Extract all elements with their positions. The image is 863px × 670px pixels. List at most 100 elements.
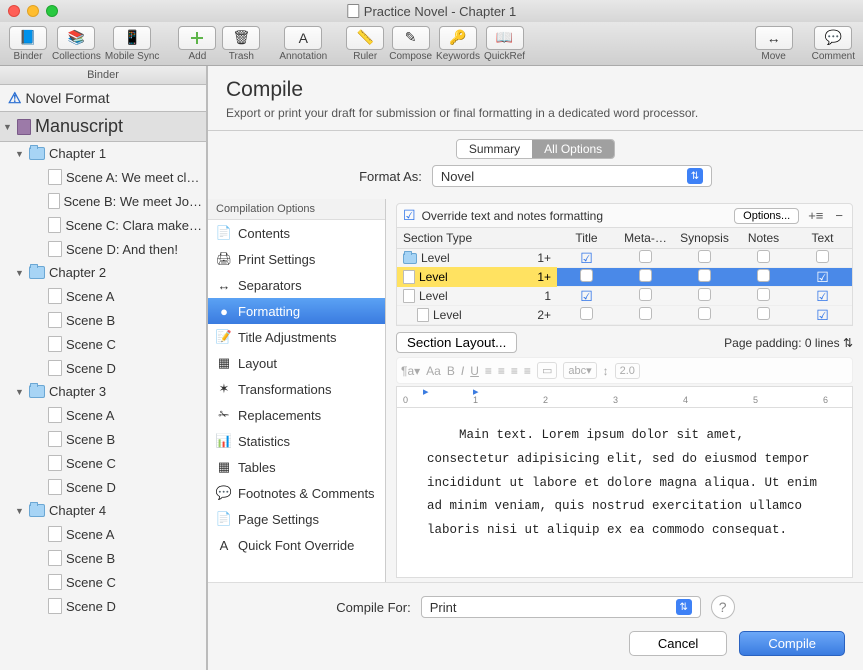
binder-scene[interactable]: Scene D: And then!: [0, 237, 206, 261]
compilation-option-transformations[interactable]: ✶Transformations: [208, 376, 385, 402]
col-synopsis[interactable]: Synopsis: [675, 228, 734, 248]
compilation-option-page-settings[interactable]: 📄Page Settings: [208, 506, 385, 532]
italic-button[interactable]: I: [461, 364, 464, 378]
comment-button[interactable]: 💬Comment: [812, 26, 855, 62]
compile-button[interactable]: Compile: [739, 631, 845, 656]
binder-scene[interactable]: Scene D: [0, 475, 206, 499]
align-center-button[interactable]: ≡: [498, 364, 505, 378]
checkbox-on[interactable]: ☑: [580, 250, 593, 266]
section-layout-button[interactable]: Section Layout...: [396, 332, 517, 353]
disclosure-triangle[interactable]: ▼: [14, 148, 25, 159]
align-left-button[interactable]: ≡: [485, 364, 492, 378]
checkbox-off[interactable]: [757, 250, 770, 263]
compilation-option-quick-font-override[interactable]: AQuick Font Override: [208, 532, 385, 558]
minimize-window-button[interactable]: [27, 5, 39, 17]
checkbox-off[interactable]: [698, 307, 711, 320]
color-well[interactable]: ▭: [537, 362, 557, 379]
disclosure-triangle[interactable]: ▼: [14, 386, 25, 397]
align-right-button[interactable]: ≡: [511, 364, 518, 378]
checkbox-off[interactable]: [580, 269, 593, 282]
checkbox-on[interactable]: ☑: [580, 288, 593, 304]
col-section-type[interactable]: Section Type: [397, 228, 557, 248]
checkbox-on[interactable]: ☑: [816, 288, 829, 304]
binder-scene[interactable]: Scene A: We meet cl…: [0, 165, 206, 189]
compilation-option-replacements[interactable]: ✁Replacements: [208, 402, 385, 428]
checkbox-off[interactable]: [639, 269, 652, 282]
quickref-button[interactable]: 📖QuickRef: [484, 26, 525, 62]
add-button[interactable]: Add: [177, 26, 217, 62]
checkbox-off[interactable]: [639, 307, 652, 320]
bold-button[interactable]: B: [447, 364, 455, 378]
checkbox-off[interactable]: [757, 307, 770, 320]
override-checkbox[interactable]: ☑: [403, 207, 416, 224]
align-justify-button[interactable]: ≡: [524, 364, 531, 378]
checkbox-off[interactable]: [639, 288, 652, 301]
binder-chapter[interactable]: ▼Chapter 2: [0, 261, 206, 284]
col-title[interactable]: Title: [557, 228, 616, 248]
binder-scene[interactable]: Scene C: [0, 570, 206, 594]
checkbox-off[interactable]: [757, 288, 770, 301]
binder-scene[interactable]: Scene A: [0, 284, 206, 308]
font-button[interactable]: Aa: [426, 364, 441, 378]
compilation-option-layout[interactable]: ▦Layout: [208, 350, 385, 376]
cancel-button[interactable]: Cancel: [629, 631, 727, 656]
binder-scene[interactable]: Scene C: [0, 451, 206, 475]
close-window-button[interactable]: [8, 5, 20, 17]
annotation-button[interactable]: AAnnotation: [279, 26, 327, 62]
binder-scene[interactable]: Scene D: [0, 594, 206, 618]
tab-summary[interactable]: Summary: [457, 140, 532, 158]
paragraph-style-icon[interactable]: ¶a▾: [401, 364, 420, 378]
checkbox-off[interactable]: [816, 250, 829, 263]
binder-chapter[interactable]: ▼Chapter 4: [0, 499, 206, 522]
add-row-button[interactable]: +≡: [805, 208, 826, 223]
binder-root[interactable]: ⚠ Novel Format: [0, 85, 206, 111]
underline-button[interactable]: U: [470, 364, 479, 378]
binder-scene[interactable]: Scene B: [0, 308, 206, 332]
collections-button[interactable]: 📚Collections: [52, 26, 101, 62]
keywords-button[interactable]: 🔑Keywords: [436, 26, 480, 62]
zoom-window-button[interactable]: [46, 5, 58, 17]
compile-for-select[interactable]: Print ⇅: [421, 596, 701, 618]
disclosure-triangle[interactable]: ▼: [14, 505, 25, 516]
list-style-select[interactable]: abc▾: [563, 362, 596, 379]
checkbox-off[interactable]: [639, 250, 652, 263]
options-button[interactable]: Options...: [734, 208, 799, 224]
checkbox-off[interactable]: [580, 307, 593, 320]
col-meta[interactable]: Meta-…: [616, 228, 675, 248]
compilation-option-footnotes-comments[interactable]: 💬Footnotes & Comments: [208, 480, 385, 506]
binder-scene[interactable]: Scene B: [0, 546, 206, 570]
binder-scene[interactable]: Scene C: Clara make…: [0, 213, 206, 237]
checkbox-off[interactable]: [698, 269, 711, 282]
remove-row-button[interactable]: −: [832, 208, 846, 223]
move-button[interactable]: ↔Move: [754, 26, 794, 62]
tab-all-options[interactable]: All Options: [532, 140, 614, 158]
disclosure-triangle[interactable]: ▼: [2, 121, 13, 132]
checkbox-on[interactable]: ☑: [816, 307, 829, 323]
compose-button[interactable]: ✎Compose: [389, 26, 432, 62]
binder-scene[interactable]: Scene A: [0, 522, 206, 546]
binder-scene[interactable]: Scene C: [0, 332, 206, 356]
trash-button[interactable]: 🗑Trash: [221, 26, 261, 62]
disclosure-triangle[interactable]: ▼: [14, 267, 25, 278]
line-spacing-field[interactable]: 2.0: [615, 363, 640, 379]
checkbox-on[interactable]: ☑: [816, 269, 829, 285]
col-notes[interactable]: Notes: [734, 228, 793, 248]
binder-chapter[interactable]: ▼Chapter 3: [0, 380, 206, 403]
compilation-option-separators[interactable]: ↔Separators: [208, 272, 385, 298]
binder-button[interactable]: 📘Binder: [8, 26, 48, 62]
binder-scene[interactable]: Scene B: [0, 427, 206, 451]
compilation-option-tables[interactable]: ▦Tables: [208, 454, 385, 480]
help-button[interactable]: ?: [711, 595, 735, 619]
ruler-button[interactable]: 📏Ruler: [345, 26, 385, 62]
checkbox-off[interactable]: [698, 250, 711, 263]
page-padding-stepper[interactable]: ⇅: [843, 336, 853, 350]
col-text[interactable]: Text: [793, 228, 852, 248]
checkbox-off[interactable]: [757, 269, 770, 282]
checkbox-off[interactable]: [698, 288, 711, 301]
binder-chapter[interactable]: ▼Chapter 1: [0, 142, 206, 165]
binder-scene[interactable]: Scene D: [0, 356, 206, 380]
compilation-option-print-settings[interactable]: 🖨Print Settings: [208, 246, 385, 272]
compilation-option-formatting[interactable]: ●Formatting: [208, 298, 385, 324]
ruler-indent-marker[interactable]: ▸: [423, 385, 429, 398]
section-type-row[interactable]: Level2+☑: [397, 306, 852, 325]
